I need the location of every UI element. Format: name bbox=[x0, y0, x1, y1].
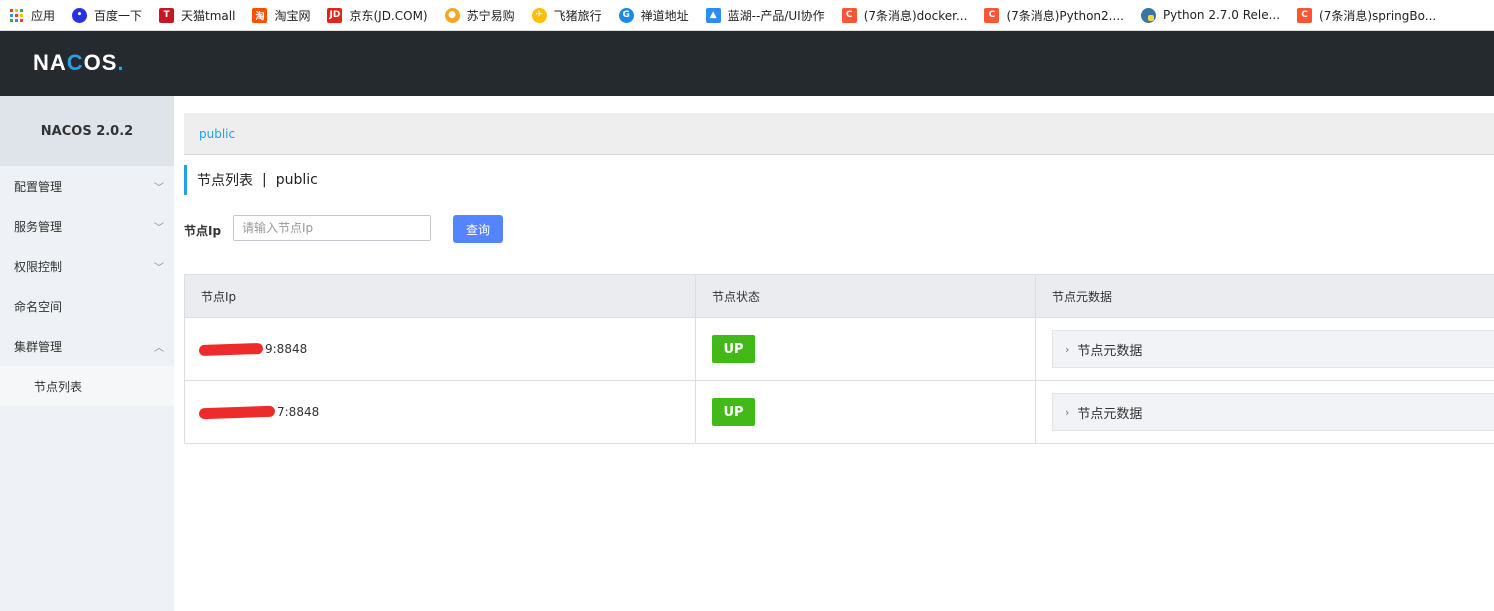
bookmark-suning[interactable]: ● 苏宁易购 bbox=[444, 7, 515, 24]
bookmark-label: 蓝湖--产品/UI协作 bbox=[727, 8, 825, 23]
node-ip-cell: 9:8848 bbox=[185, 318, 696, 380]
node-status-cell: UP bbox=[696, 381, 1036, 443]
sidebar-item-service[interactable]: 服务管理 ﹀ bbox=[0, 206, 174, 246]
metadata-label: 节点元数据 bbox=[1077, 343, 1143, 359]
bookmark-apps[interactable]: 应用 bbox=[9, 7, 55, 24]
sidebar-item-label: 配置管理 bbox=[14, 179, 63, 194]
logo-dot: . bbox=[117, 50, 125, 75]
chevron-right-icon: › bbox=[1065, 405, 1070, 419]
sidebar-subitem-node-list[interactable]: 节点列表 bbox=[0, 366, 174, 406]
node-ip-search-input[interactable] bbox=[233, 215, 431, 241]
bookmark-lanhu[interactable]: ▲ 蓝湖--产品/UI协作 bbox=[705, 7, 825, 24]
sidebar-item-auth[interactable]: 权限控制 ﹀ bbox=[0, 246, 174, 286]
sidebar-item-config[interactable]: 配置管理 ﹀ bbox=[0, 166, 174, 206]
namespace-bar: public bbox=[184, 113, 1494, 155]
sidebar-subitem-label: 节点列表 bbox=[34, 379, 83, 394]
chevron-right-icon: › bbox=[1065, 342, 1070, 356]
metadata-collapse[interactable]: › 节点元数据 bbox=[1052, 330, 1494, 368]
chevron-down-icon: ﹀ bbox=[154, 182, 164, 194]
bookmark-label: (7条消息)springBo... bbox=[1319, 8, 1437, 23]
bookmark-label: 京东(JD.COM) bbox=[349, 8, 428, 23]
bookmark-label: 苏宁易购 bbox=[466, 8, 515, 23]
bookmark-zentao[interactable]: G 禅道地址 bbox=[618, 7, 689, 24]
bookmark-label: 淘宝网 bbox=[274, 8, 311, 23]
node-ip-label: 节点Ip bbox=[184, 224, 222, 238]
metadata-collapse[interactable]: › 节点元数据 bbox=[1052, 393, 1494, 431]
redaction-mark bbox=[198, 342, 264, 357]
bookmark-label: 应用 bbox=[31, 8, 56, 23]
lanhu-icon: ▲ bbox=[705, 7, 721, 23]
fliggy-icon: ✈ bbox=[531, 7, 547, 23]
bookmark-python-release[interactable]: Python 2.7.0 Rele... bbox=[1140, 7, 1281, 23]
bookmark-label: 百度一下 bbox=[94, 8, 143, 23]
zentao-icon: G bbox=[618, 7, 634, 23]
status-badge: UP bbox=[712, 398, 755, 426]
bookmark-label: 飞猪旅行 bbox=[553, 8, 602, 23]
bookmark-label: 天猫tmall bbox=[181, 8, 236, 23]
node-ip-value: 9:8848 bbox=[198, 342, 307, 357]
node-metadata-cell: › 节点元数据 bbox=[1036, 381, 1494, 443]
bookmark-label: (7条消息)docker... bbox=[863, 8, 968, 23]
bookmark-label: (7条消息)Python2.... bbox=[1006, 8, 1124, 23]
apps-grid-icon bbox=[9, 8, 24, 23]
table-row: 9:8848 UP › 节点元数据 bbox=[185, 318, 1494, 381]
bookmark-csdn-docker[interactable]: C (7条消息)docker... bbox=[841, 7, 968, 24]
sidebar-title: NACOS 2.0.2 bbox=[0, 96, 174, 166]
sidebar-item-namespace[interactable]: 命名空间 bbox=[0, 286, 174, 326]
taobao-icon: 淘 bbox=[252, 7, 268, 23]
bookmark-fliggy[interactable]: ✈ 飞猪旅行 bbox=[531, 7, 602, 24]
bookmark-jd[interactable]: JD 京东(JD.COM) bbox=[327, 7, 428, 24]
title-separator: | bbox=[262, 172, 267, 188]
sidebar-item-label: 命名空间 bbox=[14, 299, 63, 314]
bookmark-label: Python 2.7.0 Rele... bbox=[1162, 8, 1281, 22]
node-status-cell: UP bbox=[696, 318, 1036, 380]
sidebar-item-label: 集群管理 bbox=[14, 339, 63, 354]
python-icon bbox=[1140, 7, 1156, 23]
column-header-node-metadata: 节点元数据 bbox=[1052, 289, 1113, 304]
chevron-up-icon: ︿ bbox=[154, 342, 164, 354]
bookmark-taobao[interactable]: 淘 淘宝网 bbox=[252, 7, 310, 24]
logo-accent: C bbox=[66, 50, 84, 75]
sidebar-item-label: 权限控制 bbox=[14, 259, 63, 274]
node-table: 节点Ip 节点状态 节点元数据 9:8848 UP › 节点元数据 7:8848… bbox=[184, 274, 1494, 444]
bookmark-csdn-python[interactable]: C (7条消息)Python2.... bbox=[984, 7, 1124, 24]
column-header-node-ip: 节点Ip bbox=[185, 275, 696, 317]
node-metadata-cell: › 节点元数据 bbox=[1036, 318, 1494, 380]
query-button[interactable]: 查询 bbox=[453, 215, 503, 243]
table-header-row: 节点Ip 节点状态 节点元数据 bbox=[185, 275, 1494, 318]
chevron-down-icon: ﹀ bbox=[154, 222, 164, 234]
logo-text: NA bbox=[33, 50, 67, 75]
table-row: 7:8848 UP › 节点元数据 bbox=[185, 381, 1494, 444]
baidu-paw-icon: • bbox=[72, 7, 88, 23]
sidebar-item-cluster[interactable]: 集群管理 ︿ bbox=[0, 326, 174, 366]
page-title-namespace: public bbox=[275, 172, 318, 188]
csdn-icon: C bbox=[1297, 7, 1313, 23]
bookmark-label: 禅道地址 bbox=[640, 8, 689, 23]
metadata-label: 节点元数据 bbox=[1077, 406, 1143, 422]
node-ip-value: 7:8848 bbox=[198, 405, 319, 420]
sidebar: NACOS 2.0.2 配置管理 ﹀ 服务管理 ﹀ 权限控制 ﹀ 命名空间 集群… bbox=[0, 96, 174, 611]
column-header-node-status: 节点状态 bbox=[696, 275, 1036, 317]
main-content: public 节点列表 | public 节点Ip 查询 节点Ip 节点状态 节… bbox=[174, 96, 1494, 611]
status-badge: UP bbox=[712, 335, 755, 363]
suning-icon: ● bbox=[444, 7, 460, 23]
csdn-icon: C bbox=[841, 7, 857, 23]
bookmark-baidu[interactable]: • 百度一下 bbox=[72, 7, 142, 24]
sidebar-item-label: 服务管理 bbox=[14, 219, 63, 234]
bookmarks-bar: 应用 • 百度一下 T 天猫tmall 淘 淘宝网 JD 京东(JD.COM) … bbox=[0, 0, 1494, 31]
namespace-link[interactable]: public bbox=[199, 127, 235, 141]
nacos-logo[interactable]: NACOS. bbox=[33, 50, 125, 76]
node-ip-cell: 7:8848 bbox=[185, 381, 696, 443]
page-title: 节点列表 | public bbox=[184, 165, 318, 195]
page-title-text: 节点列表 bbox=[197, 173, 253, 189]
csdn-icon: C bbox=[984, 7, 1000, 23]
bookmark-csdn-springboot[interactable]: C (7条消息)springBo... bbox=[1297, 7, 1436, 24]
bookmark-tmall[interactable]: T 天猫tmall bbox=[159, 7, 235, 24]
jd-icon: JD bbox=[327, 7, 343, 23]
tmall-icon: T bbox=[159, 7, 175, 23]
chevron-down-icon: ﹀ bbox=[154, 262, 164, 274]
logo-text: OS bbox=[83, 50, 118, 75]
top-header: NACOS. bbox=[0, 31, 1494, 96]
